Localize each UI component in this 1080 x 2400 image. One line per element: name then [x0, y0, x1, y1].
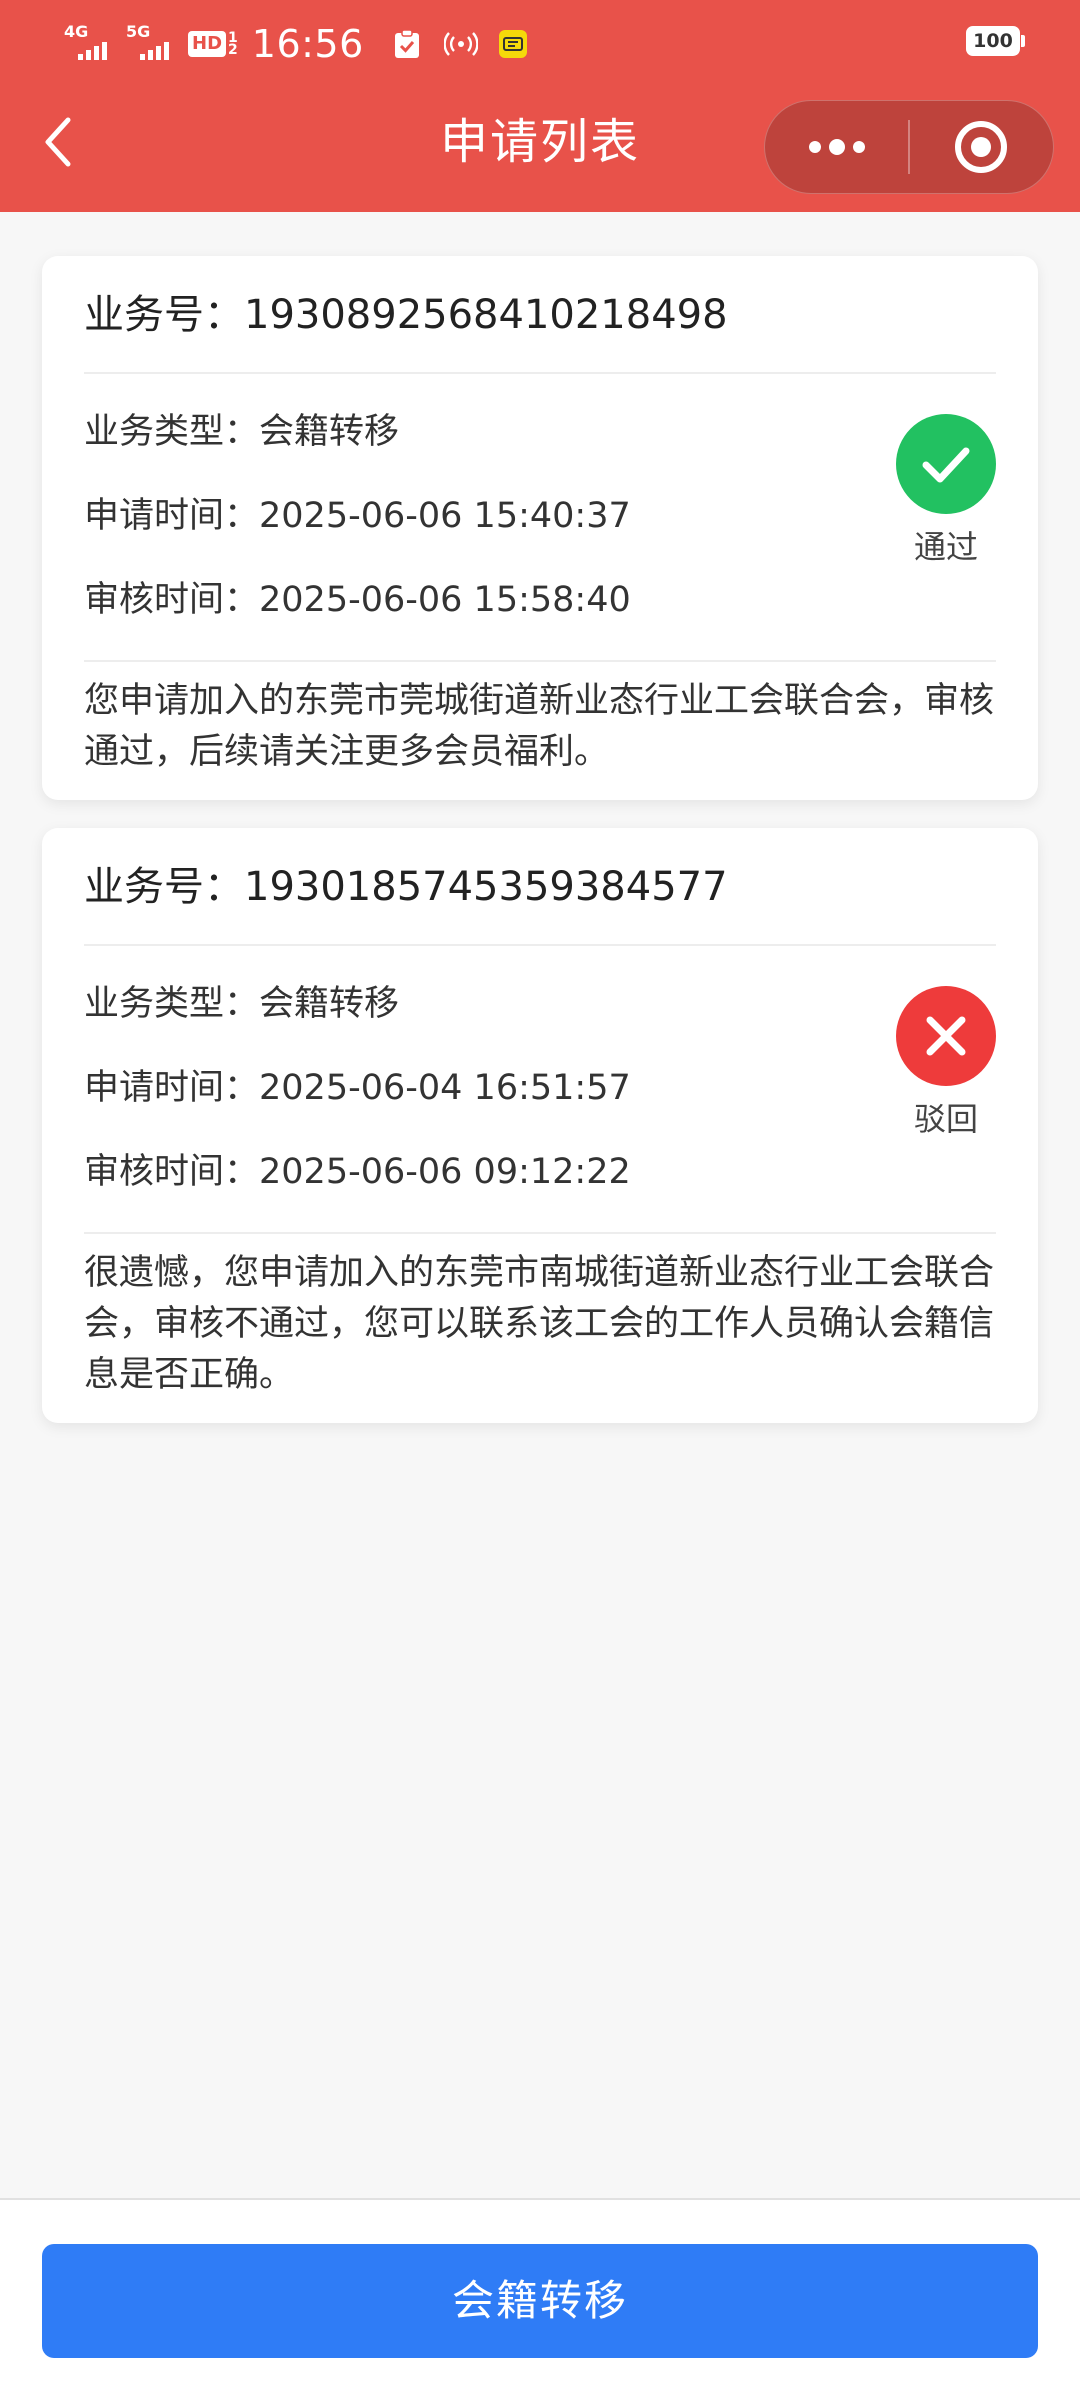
close-mini-program-button[interactable]	[910, 100, 1053, 194]
application-list: 业务号：1930892568410218498 业务类型：会籍转移 申请时间：2…	[42, 256, 1038, 1451]
business-number: 业务号：1930892568410218498	[84, 256, 996, 374]
app-notification-icon	[498, 29, 528, 59]
hd-voice-icon: HD 1 2	[188, 31, 238, 57]
application-info: 业务类型：会籍转移 申请时间：2025-06-04 16:51:57 审核时间：…	[84, 946, 996, 1234]
status-rejected: 驳回	[896, 986, 996, 1144]
header: 4G 5G HD 1 2 16:56 100 申请列表	[0, 0, 1080, 212]
review-time-row: 审核时间：2025-06-06 09:12:22	[84, 1130, 996, 1214]
application-card[interactable]: 业务号：1930892568410218498 业务类型：会籍转移 申请时间：2…	[42, 256, 1038, 800]
apply-time-value: 2025-06-06 15:40:37	[259, 496, 631, 536]
close-icon	[896, 986, 996, 1086]
review-message: 很遗憾，您申请加入的东莞市南城街道新业态行业工会联合会，审核不通过，您可以联系该…	[84, 1253, 995, 1395]
mini-program-capsule	[764, 100, 1054, 194]
status-bar-right: 100	[966, 26, 1025, 56]
nav-bar: 申请列表	[0, 88, 1080, 212]
status-text: 通过	[913, 528, 978, 566]
membership-transfer-button[interactable]: 会籍转移	[42, 2244, 1038, 2358]
apply-time-label: 申请时间：	[84, 1068, 260, 1108]
apply-time-row: 申请时间：2025-06-04 16:51:57	[84, 1046, 996, 1130]
apply-time-label: 申请时间：	[84, 496, 260, 536]
business-type-label: 业务类型：	[84, 984, 260, 1024]
bottom-bar: 会籍转移	[0, 2198, 1080, 2400]
hd-sub-2: 2	[228, 42, 238, 58]
status-approved: 通过	[896, 414, 996, 572]
review-time-value: 2025-06-06 09:12:22	[259, 1152, 631, 1192]
more-dots-icon	[808, 139, 865, 155]
business-number-value: 1930892568410218498	[244, 292, 728, 338]
business-type-label: 业务类型：	[84, 412, 260, 452]
status-text: 驳回	[913, 1100, 978, 1138]
signal-4g-icon: 4G	[64, 24, 116, 64]
business-type-row: 业务类型：会籍转移	[84, 962, 996, 1046]
status-bar-left: 4G 5G HD 1 2 16:56	[64, 16, 528, 72]
business-type-row: 业务类型：会籍转移	[84, 390, 996, 474]
review-message: 您申请加入的东莞市莞城街道新业态行业工会联合会，审核通过，后续请关注更多会员福利…	[84, 681, 995, 772]
hotspot-icon	[443, 32, 478, 56]
target-circle-icon	[955, 121, 1008, 173]
more-button[interactable]	[765, 100, 908, 194]
network-label-5g: 5G	[126, 22, 151, 41]
signal-5g-icon: 5G	[126, 24, 178, 64]
business-type-value: 会籍转移	[259, 984, 400, 1024]
review-time-row: 审核时间：2025-06-06 15:58:40	[84, 558, 996, 642]
review-time-label: 审核时间：	[84, 580, 260, 620]
battery-icon: 100	[966, 26, 1025, 56]
business-number-value: 1930185745359384577	[244, 864, 728, 910]
network-label-4g: 4G	[64, 22, 89, 41]
clipboard-check-icon	[394, 29, 420, 59]
business-number-label: 业务号：	[84, 292, 244, 338]
application-info: 业务类型：会籍转移 申请时间：2025-06-06 15:40:37 审核时间：…	[84, 374, 996, 662]
apply-time-row: 申请时间：2025-06-06 15:40:37	[84, 474, 996, 558]
application-card[interactable]: 业务号：1930185745359384577 业务类型：会籍转移 申请时间：2…	[42, 828, 1038, 1423]
apply-time-value: 2025-06-04 16:51:57	[259, 1068, 631, 1108]
check-icon	[896, 414, 996, 514]
business-number: 业务号：1930185745359384577	[84, 828, 996, 946]
hd-label: HD	[188, 31, 227, 57]
review-time-value: 2025-06-06 15:58:40	[259, 580, 631, 620]
review-time-label: 审核时间：	[84, 1152, 260, 1192]
status-bar: 4G 5G HD 1 2 16:56 100	[0, 0, 1080, 88]
business-number-label: 业务号：	[84, 864, 244, 910]
battery-level: 100	[973, 30, 1013, 52]
status-time: 16:56	[251, 22, 364, 66]
business-type-value: 会籍转移	[259, 412, 400, 452]
